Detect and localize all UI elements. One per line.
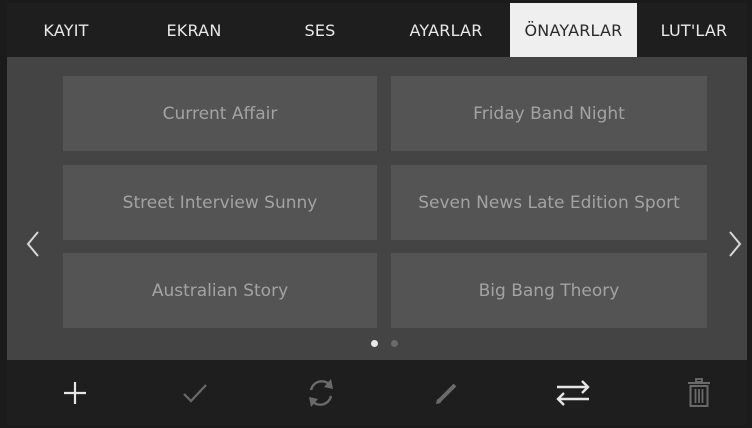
pencil-icon bbox=[436, 383, 457, 404]
checkmark-icon bbox=[183, 383, 207, 403]
delete-preset-button[interactable] bbox=[669, 360, 729, 425]
plus-icon bbox=[64, 381, 86, 404]
tab-onayarlar[interactable]: ÖNAYARLAR bbox=[510, 3, 637, 57]
previous-page-button[interactable] bbox=[15, 229, 51, 259]
add-preset-button[interactable] bbox=[45, 360, 105, 425]
preset-button[interactable]: Street Interview Sunny bbox=[63, 165, 377, 240]
preset-toolbar bbox=[7, 360, 747, 425]
update-preset-button[interactable] bbox=[291, 360, 351, 425]
preset-button[interactable]: Friday Band Night bbox=[391, 76, 707, 151]
tab-bar: KAYIT EKRAN SES AYARLAR ÖNAYARLAR LUT'LA… bbox=[7, 3, 747, 57]
tab-lutlar[interactable]: LUT'LAR bbox=[641, 3, 747, 57]
page-indicator bbox=[7, 340, 747, 350]
page-dot-active bbox=[371, 340, 378, 347]
presets-screen: KAYIT EKRAN SES AYARLAR ÖNAYARLAR LUT'LA… bbox=[7, 3, 747, 425]
swap-arrows-icon bbox=[556, 379, 590, 406]
preset-button[interactable]: Current Affair bbox=[63, 76, 377, 151]
chevron-left-icon bbox=[26, 231, 39, 257]
refresh-icon bbox=[309, 378, 333, 407]
load-preset-button[interactable] bbox=[165, 360, 225, 425]
preset-button[interactable]: Seven News Late Edition Sport bbox=[391, 165, 707, 240]
import-export-button[interactable] bbox=[543, 360, 603, 425]
next-page-button[interactable] bbox=[717, 229, 747, 259]
preset-button[interactable]: Australian Story bbox=[63, 253, 377, 328]
page-dot bbox=[391, 340, 398, 347]
tab-ayarlar[interactable]: AYARLAR bbox=[387, 3, 505, 57]
preset-button[interactable]: Big Bang Theory bbox=[391, 253, 707, 328]
rename-preset-button[interactable] bbox=[417, 360, 477, 425]
trash-icon bbox=[688, 377, 710, 407]
tab-ses[interactable]: SES bbox=[261, 3, 379, 57]
tab-ekran[interactable]: EKRAN bbox=[135, 3, 253, 57]
chevron-right-icon bbox=[729, 231, 742, 257]
tab-kayit[interactable]: KAYIT bbox=[7, 3, 125, 57]
